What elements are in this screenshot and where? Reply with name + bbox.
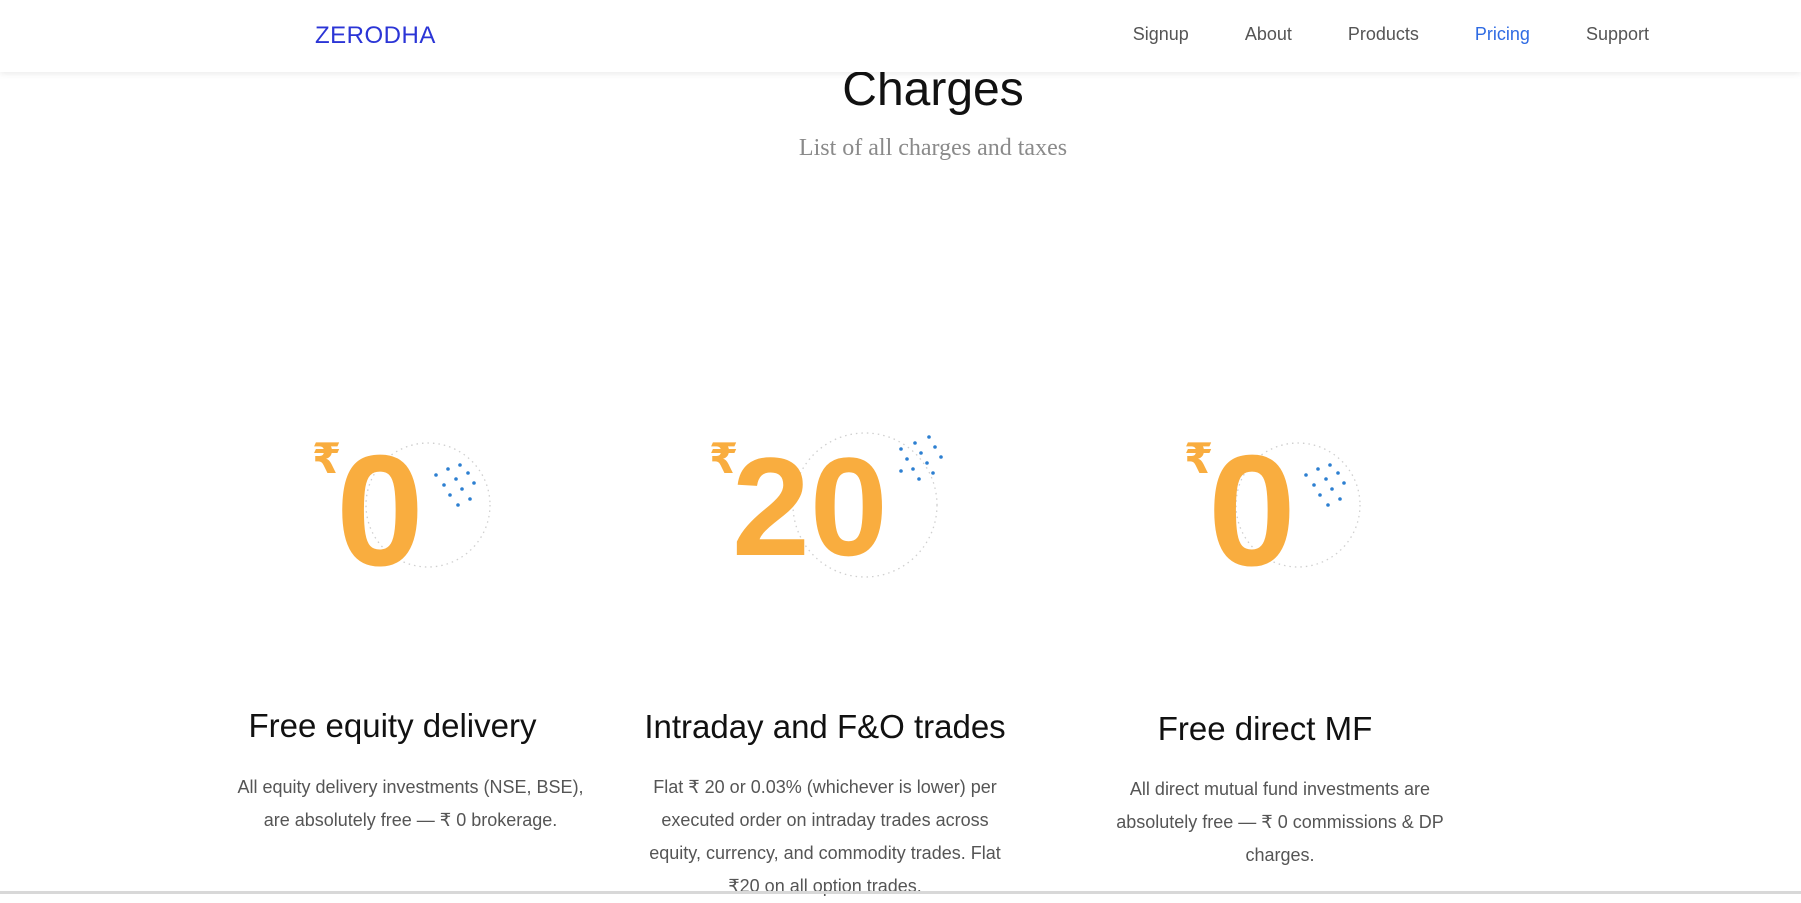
card-title-delivery: Free equity delivery <box>248 707 537 744</box>
price-graphic-mf: ₹ 0 <box>1170 423 1390 599</box>
nav-link-support[interactable]: Support <box>1586 24 1649 45</box>
dot-pattern-icon <box>899 435 943 481</box>
card-desc-mf: All direct mutual fund investments are a… <box>1116 779 1444 865</box>
price-graphic-delivery: ₹ 0 <box>300 423 520 599</box>
dot-pattern-icon <box>434 463 476 507</box>
brand-logo[interactable]: ZERODHA <box>315 22 436 50</box>
top-navbar: ZERODHA Signup About Products Pricing Su… <box>0 0 1801 72</box>
price-amount: 20 <box>732 428 888 585</box>
card-desc-delivery: All equity delivery investments (NSE, BS… <box>237 777 584 830</box>
dot-pattern-icon <box>1304 463 1346 507</box>
price-graphic-intraday: ₹ 20 <box>705 425 975 585</box>
card-title-intraday: Intraday and F&O trades <box>644 708 1006 745</box>
card-desc-intraday: Flat ₹ 20 or 0.03% (whichever is lower) … <box>649 777 1001 896</box>
price-amount: 0 <box>336 423 424 599</box>
nav-link-signup[interactable]: Signup <box>1133 24 1189 45</box>
price-amount: 0 <box>1208 423 1296 599</box>
nav-link-pricing[interactable]: Pricing <box>1475 24 1530 45</box>
nav-links: Signup About Products Pricing Support <box>1077 24 1649 45</box>
nav-link-products[interactable]: Products <box>1348 24 1419 45</box>
page-subtitle: List of all charges and taxes <box>798 135 1068 161</box>
card-title-mf: Free direct MF <box>1157 710 1373 747</box>
nav-link-about[interactable]: About <box>1245 24 1292 45</box>
